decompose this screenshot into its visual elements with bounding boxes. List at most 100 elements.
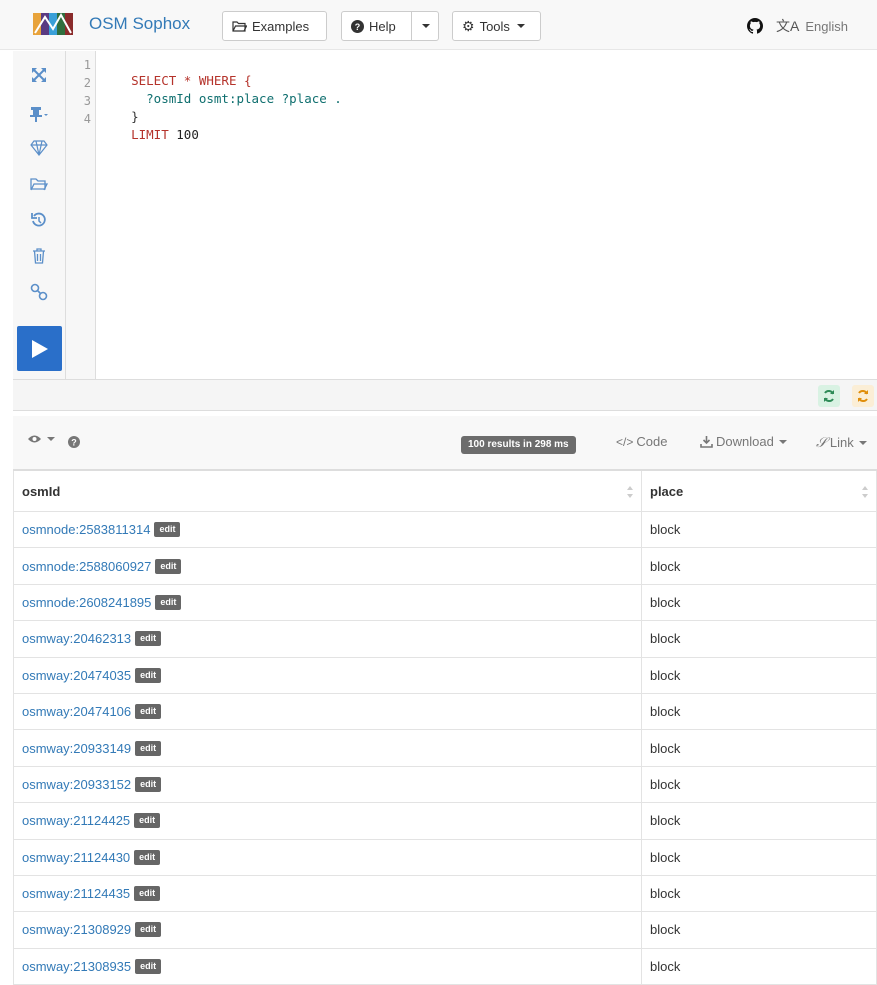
osm-id-link[interactable]: osmway:21124425 (22, 813, 130, 828)
osm-id-link[interactable]: osmnode:2588060927 (22, 559, 151, 574)
edit-button[interactable]: edit (154, 522, 181, 538)
sophox-logo[interactable] (31, 11, 77, 37)
tools-button[interactable]: ⚙ Tools (452, 11, 541, 41)
examples-button[interactable]: Examples (222, 11, 327, 41)
line-number: 1 (83, 58, 91, 72)
edit-button[interactable]: edit (135, 704, 162, 720)
place-cell: block (642, 512, 877, 548)
osmid-cell: osmnode:2588060927 edit (13, 548, 642, 584)
osm-id-link[interactable]: osmway:21308935 (22, 959, 131, 974)
osm-id-link[interactable]: osmway:21124430 (22, 850, 130, 865)
play-icon (31, 339, 48, 358)
edit-button[interactable]: edit (135, 740, 162, 756)
table-row: osmway:20474106 edit block (13, 693, 877, 731)
line-number: 3 (83, 94, 91, 108)
column-header-osmid[interactable]: osmId (13, 471, 642, 511)
edit-button[interactable]: edit (134, 886, 161, 902)
place-value: block (650, 667, 681, 683)
osmid-cell: osmway:21308929 edit (13, 912, 642, 948)
share-link-tool[interactable] (27, 280, 51, 304)
osm-id-link[interactable]: osmway:20933152 (22, 777, 131, 792)
code-line: ?osmId osmt:place ?place . (101, 76, 342, 106)
table-row: osmway:20933149 edit block (13, 730, 877, 767)
prefixes-tool[interactable] (27, 102, 51, 126)
table-row: osmnode:2588060927 edit block (13, 548, 877, 585)
edit-button[interactable]: edit (134, 813, 161, 829)
osm-id-link[interactable]: osmway:20474035 (22, 668, 131, 683)
edit-button[interactable]: edit (135, 667, 162, 683)
osmid-cell: osmway:21124430 edit (13, 839, 642, 875)
code-token: ?osmId osmt:place ?place . (131, 91, 342, 106)
table-row: osmnode:2608241895 edit block (13, 584, 877, 622)
github-link[interactable] (747, 13, 763, 39)
auto-refresh-button[interactable] (818, 385, 840, 407)
place-value: block (650, 522, 681, 538)
osmid-cell: osmway:21124435 edit (13, 875, 642, 912)
help-dropdown-toggle[interactable] (411, 11, 439, 41)
osm-id-link[interactable]: osmway:20462313 (22, 631, 131, 646)
place-cell: block (642, 548, 877, 584)
folder-icon (232, 21, 247, 32)
svg-text:?: ? (71, 438, 77, 448)
results-count-badge: 100 results in 298 ms (461, 436, 576, 454)
query-helper-tool[interactable] (27, 136, 51, 160)
clear-tool[interactable] (27, 244, 51, 268)
refresh-icon (858, 390, 868, 402)
link-dropdown[interactable]: 𝒮 Link (816, 434, 867, 451)
reload-button[interactable] (852, 385, 874, 407)
code-token: 100 (176, 127, 199, 142)
place-cell: block (642, 621, 877, 657)
table-row: osmnode:2583811314 edit block (13, 512, 877, 549)
code-button[interactable]: </> Code (616, 434, 667, 449)
osm-id-link[interactable]: osmnode:2583811314 (22, 522, 150, 537)
trash-icon (33, 248, 45, 264)
place-value: block (650, 704, 681, 720)
edit-button[interactable]: edit (134, 849, 161, 865)
place-value: block (650, 558, 681, 574)
fullscreen-tool[interactable] (27, 63, 51, 87)
place-value: block (650, 958, 681, 974)
code-line: SELECT * WHERE { (101, 58, 251, 88)
edit-button[interactable]: edit (135, 958, 162, 974)
help-circle-icon[interactable]: ? (68, 436, 80, 448)
refresh-icon (824, 390, 834, 402)
download-dropdown[interactable]: Download (700, 434, 787, 449)
table-header-row: osmId place (13, 470, 877, 512)
sort-icon (627, 486, 633, 498)
diamond-icon (30, 140, 48, 156)
folder-open-icon (30, 178, 48, 191)
place-value: block (650, 886, 681, 902)
run-query-button[interactable] (17, 326, 62, 371)
sparql-editor[interactable]: SELECT * WHERE { ?osmId osmt:place ?plac… (97, 51, 877, 379)
help-button[interactable]: ? Help (341, 11, 412, 41)
edit-button[interactable]: edit (155, 594, 182, 610)
place-cell: block (642, 839, 877, 875)
edit-button[interactable]: edit (135, 631, 162, 647)
column-header-place[interactable]: place (642, 471, 877, 511)
gear-icon: ⚙ (462, 17, 475, 34)
edit-button[interactable]: edit (135, 776, 162, 792)
language-selector[interactable]: 文A English (776, 13, 848, 39)
line-number-gutter: 1 2 3 4 (66, 51, 96, 379)
osm-id-link[interactable]: osmway:21124435 (22, 886, 130, 901)
brand-link[interactable]: OSM Sophox (89, 14, 190, 34)
caret-down-icon (858, 440, 867, 445)
place-value: block (650, 631, 681, 647)
display-mode-dropdown[interactable] (27, 434, 55, 444)
osm-id-link[interactable]: osmway:21308929 (22, 922, 131, 937)
edit-button[interactable]: edit (155, 558, 182, 574)
osm-id-link[interactable]: osmway:20933149 (22, 741, 131, 756)
examples-label: Examples (252, 18, 310, 34)
open-query-tool[interactable] (27, 172, 51, 196)
table-body: osmnode:2583811314 edit block osmnode:25880… (13, 512, 877, 985)
github-icon (747, 18, 763, 34)
edit-button[interactable]: edit (135, 922, 162, 938)
osm-id-link[interactable]: osmway:20474106 (22, 704, 131, 719)
eye-icon (28, 435, 41, 443)
download-icon (700, 436, 713, 448)
history-tool[interactable] (27, 208, 51, 232)
results-table: osmId place osmnode:2583811314 edit block o… (13, 470, 877, 985)
osm-id-link[interactable]: osmnode:2608241895 (22, 595, 151, 610)
table-row: osmway:21124425 edit block (13, 803, 877, 840)
place-cell: block (642, 657, 877, 693)
